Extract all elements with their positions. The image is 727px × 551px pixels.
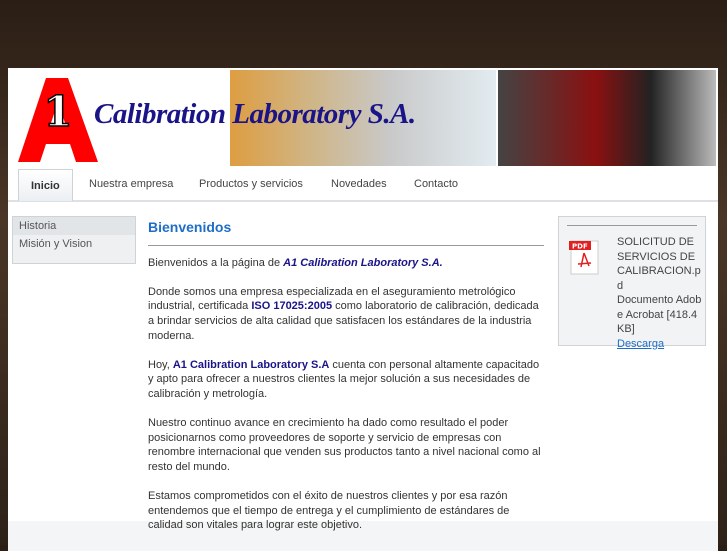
main-content: Bienvenidos Bienvenidos a la página de A… [148, 218, 544, 547]
page: 1 Calibration Laboratory S.A. Inicio Nue… [8, 68, 718, 551]
file-type: Documento Adobe Acrobat [418.4 KB] [617, 294, 702, 335]
nav-inicio[interactable]: Inicio [18, 169, 73, 201]
certification: ISO 17025:2005 [251, 300, 333, 313]
header: 1 Calibration Laboratory S.A. [8, 68, 718, 168]
pdf-file-icon[interactable]: PDF [569, 239, 599, 275]
file-name: SOLICITUD DE SERVICIOS DE CALIBRACION.pd [617, 236, 701, 292]
paragraph: Donde somos una empresa especializada en… [148, 285, 544, 343]
nav-novedades[interactable]: Novedades [331, 168, 387, 200]
text: Bienvenidos a la página de [148, 256, 284, 269]
text: Hoy, [148, 358, 173, 371]
nav-productos-servicios[interactable]: Productos y servicios [199, 168, 303, 200]
sidebar-item-historia[interactable]: Historia [13, 217, 135, 235]
divider [567, 225, 697, 226]
paragraph: Nuestro continuo avance en crecimiento h… [148, 417, 541, 473]
pdf-label: PDF [572, 243, 588, 251]
file-info: SOLICITUD DE SERVICIOS DE CALIBRACION.pd… [617, 235, 703, 351]
nav-contacto[interactable]: Contacto [414, 168, 458, 200]
paragraph: Bienvenidos a la página de A1 Calibratio… [148, 256, 544, 271]
logo-a1[interactable]: 1 [18, 78, 98, 162]
nav-nuestra-empresa[interactable]: Nuestra empresa [89, 168, 173, 200]
svg-text:1: 1 [43, 87, 72, 136]
brand-title: Calibration Laboratory S.A. [94, 98, 416, 130]
paragraph: Hoy, A1 Calibration Laboratory S.A cuent… [148, 358, 544, 402]
page-title: Bienvenidos [148, 220, 544, 246]
banner-multimeter-image [498, 70, 716, 166]
paragraph: Estamos comprometidos con el éxito de nu… [148, 490, 510, 532]
sidebar-nav: Historia Misión y Vision [12, 216, 136, 264]
download-link[interactable]: Descarga [617, 338, 664, 350]
company-name: A1 Calibration Laboratory S.A. [283, 256, 443, 269]
company-name: A1 Calibration Laboratory S.A [172, 358, 330, 371]
sidebar-item-mision-vision[interactable]: Misión y Vision [13, 235, 135, 253]
main-nav: Inicio Nuestra empresa Productos y servi… [8, 168, 718, 202]
download-box: PDF SOLICITUD DE SERVICIOS DE CALIBRACIO… [558, 216, 706, 350]
